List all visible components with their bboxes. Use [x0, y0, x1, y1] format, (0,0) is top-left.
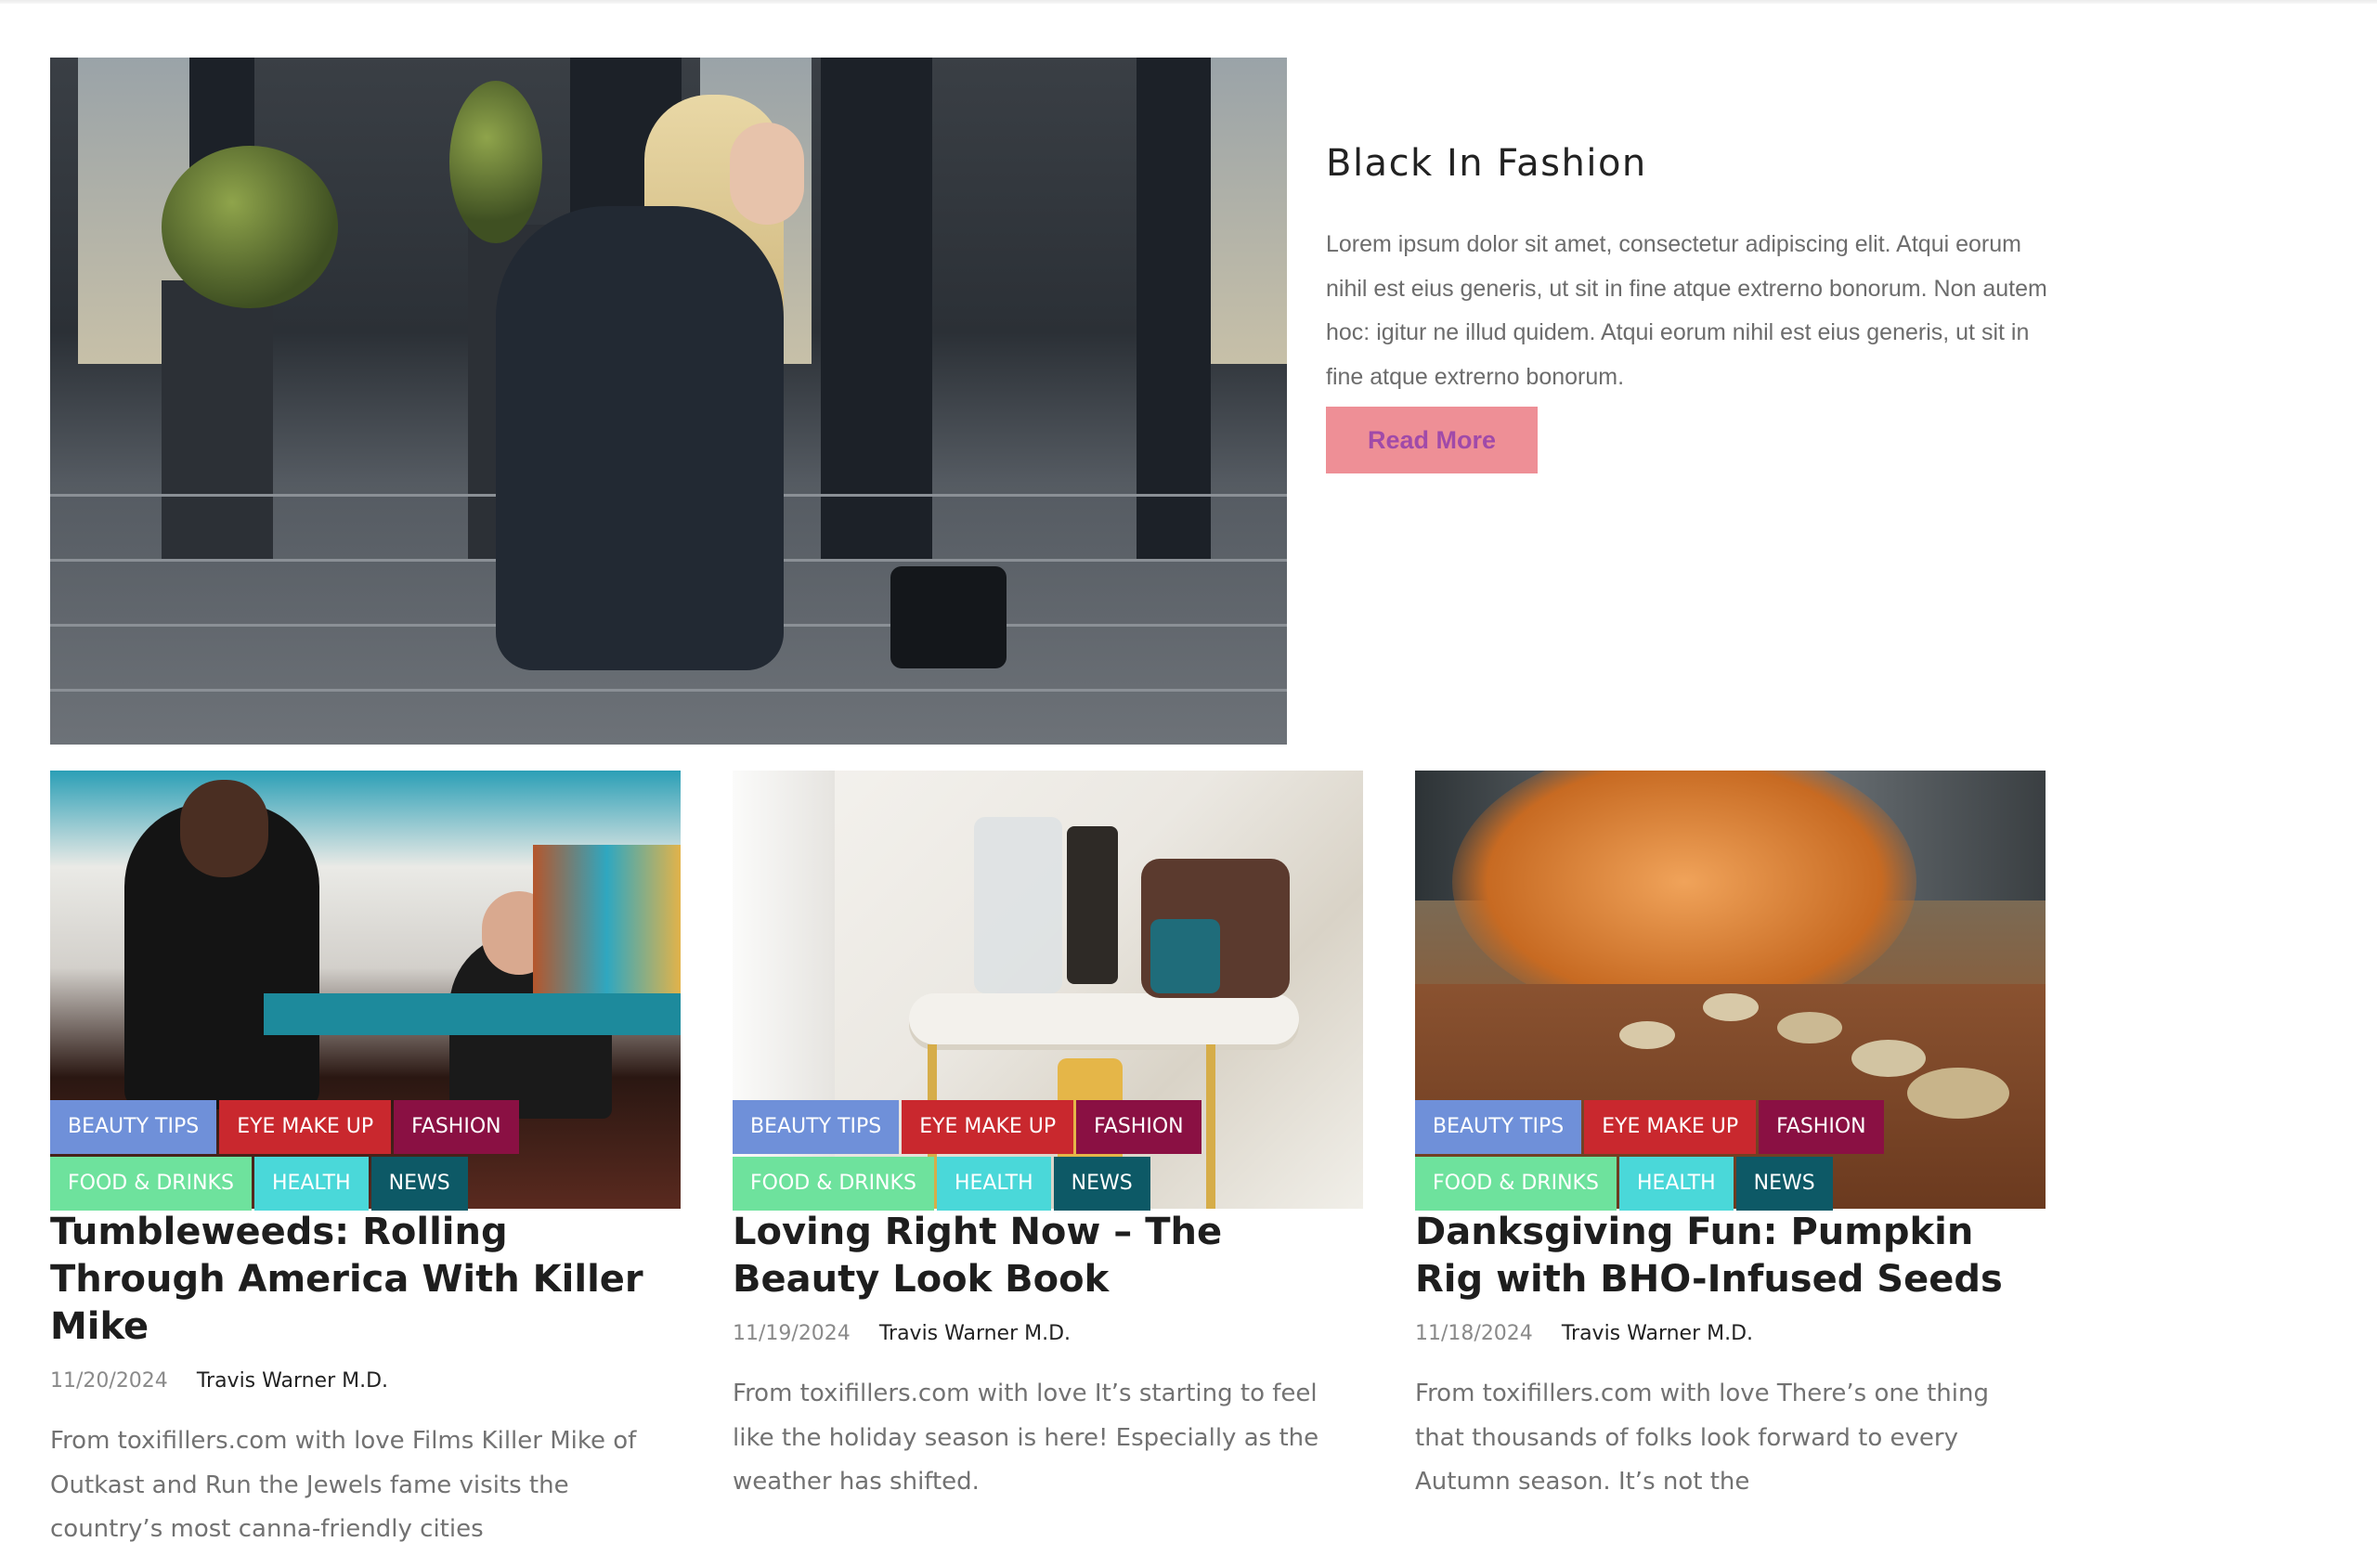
- pumpkin-seed: [1851, 1040, 1926, 1077]
- category-tags: BEAUTY TIPS EYE MAKE UP FASHION FOOD & D…: [50, 1100, 681, 1213]
- post-card: BEAUTY TIPS EYE MAKE UP FASHION FOOD & D…: [1415, 771, 2046, 1505]
- cream-jar: [1150, 919, 1220, 993]
- post-excerpt: From toxifillers.com with love Films Kil…: [50, 1427, 637, 1543]
- perfume-bottle: [1067, 826, 1118, 984]
- tag-fashion[interactable]: FASHION: [1759, 1100, 1884, 1154]
- post-date: 11/18/2024: [1415, 1322, 1533, 1345]
- tag-eye-make-up[interactable]: EYE MAKE UP: [902, 1100, 1074, 1154]
- post-card: BEAUTY TIPS EYE MAKE UP FASHION FOOD & D…: [50, 771, 681, 1552]
- shelf: [909, 993, 1299, 1044]
- post-title[interactable]: Loving Right Now – The Beauty Look Book: [733, 1209, 1363, 1303]
- featured-post-content: Black In Fashion Lorem ipsum dolor sit a…: [1326, 137, 2050, 473]
- tag-fashion[interactable]: FASHION: [1076, 1100, 1201, 1154]
- post-excerpt: From toxifillers.com with love It’s star…: [733, 1380, 1319, 1496]
- tag-beauty-tips[interactable]: BEAUTY TIPS: [733, 1100, 900, 1154]
- post-meta: 11/18/2024 Travis Warner M.D.: [1415, 1322, 2046, 1354]
- tag-health[interactable]: HEALTH: [1618, 1157, 1734, 1211]
- top-divider: [0, 0, 2377, 4]
- shelf-display: [533, 845, 681, 993]
- person-head: [180, 780, 268, 877]
- post-author[interactable]: Travis Warner M.D.: [879, 1322, 1071, 1345]
- counter-top: [264, 993, 681, 1035]
- planter: [162, 280, 273, 559]
- post-title[interactable]: Danksgiving Fun: Pumpkin Rig with BHO-In…: [1415, 1209, 2046, 1303]
- post-date: 11/20/2024: [50, 1369, 168, 1393]
- tag-food-drinks[interactable]: FOOD & DRINKS: [50, 1157, 252, 1211]
- tag-eye-make-up[interactable]: EYE MAKE UP: [219, 1100, 392, 1154]
- post-date: 11/19/2024: [733, 1322, 851, 1345]
- post-meta: 11/19/2024 Travis Warner M.D.: [733, 1322, 1363, 1354]
- stair-edge: [50, 689, 1287, 692]
- plant: [162, 146, 338, 308]
- post-excerpt: From toxifillers.com with love There’s o…: [1415, 1380, 1989, 1496]
- glass-jar: [974, 817, 1062, 993]
- read-more-button[interactable]: Read More: [1326, 407, 1538, 473]
- tag-eye-make-up[interactable]: EYE MAKE UP: [1584, 1100, 1757, 1154]
- category-tags: BEAUTY TIPS EYE MAKE UP FASHION FOOD & D…: [1415, 1100, 2046, 1213]
- tag-news[interactable]: NEWS: [1053, 1157, 1150, 1211]
- background-door: [821, 58, 932, 559]
- tag-fashion[interactable]: FASHION: [394, 1100, 519, 1154]
- post-author[interactable]: Travis Warner M.D.: [197, 1369, 388, 1393]
- category-tags: BEAUTY TIPS EYE MAKE UP FASHION FOOD & D…: [733, 1100, 1363, 1213]
- background-door: [1137, 58, 1211, 559]
- tag-health[interactable]: HEALTH: [253, 1157, 369, 1211]
- tag-beauty-tips[interactable]: BEAUTY TIPS: [50, 1100, 217, 1154]
- post-author[interactable]: Travis Warner M.D.: [1562, 1322, 1753, 1345]
- featured-post-title[interactable]: Black In Fashion: [1326, 137, 2050, 189]
- handbag: [890, 566, 1007, 668]
- tag-news[interactable]: NEWS: [1735, 1157, 1833, 1211]
- post-card: BEAUTY TIPS EYE MAKE UP FASHION FOOD & D…: [733, 771, 1363, 1505]
- tag-news[interactable]: NEWS: [370, 1157, 468, 1211]
- tag-health[interactable]: HEALTH: [936, 1157, 1051, 1211]
- featured-post-image: [50, 58, 1287, 745]
- pumpkin-seed: [1619, 1021, 1675, 1049]
- plant: [449, 81, 542, 243]
- pumpkin-seed: [1703, 993, 1759, 1021]
- pumpkin-seed: [1777, 1012, 1842, 1043]
- tag-beauty-tips[interactable]: BEAUTY TIPS: [1415, 1100, 1582, 1154]
- model-outfit: [496, 206, 784, 670]
- featured-post-image-link[interactable]: [50, 58, 1287, 745]
- tag-food-drinks[interactable]: FOOD & DRINKS: [1415, 1157, 1617, 1211]
- post-title[interactable]: Tumbleweeds: Rolling Through America Wit…: [50, 1209, 681, 1351]
- featured-post-excerpt: Lorem ipsum dolor sit amet, consectetur …: [1326, 231, 2047, 390]
- tag-food-drinks[interactable]: FOOD & DRINKS: [733, 1157, 934, 1211]
- background-window: [1211, 58, 1287, 364]
- model-face: [730, 123, 804, 225]
- post-meta: 11/20/2024 Travis Warner M.D.: [50, 1369, 681, 1401]
